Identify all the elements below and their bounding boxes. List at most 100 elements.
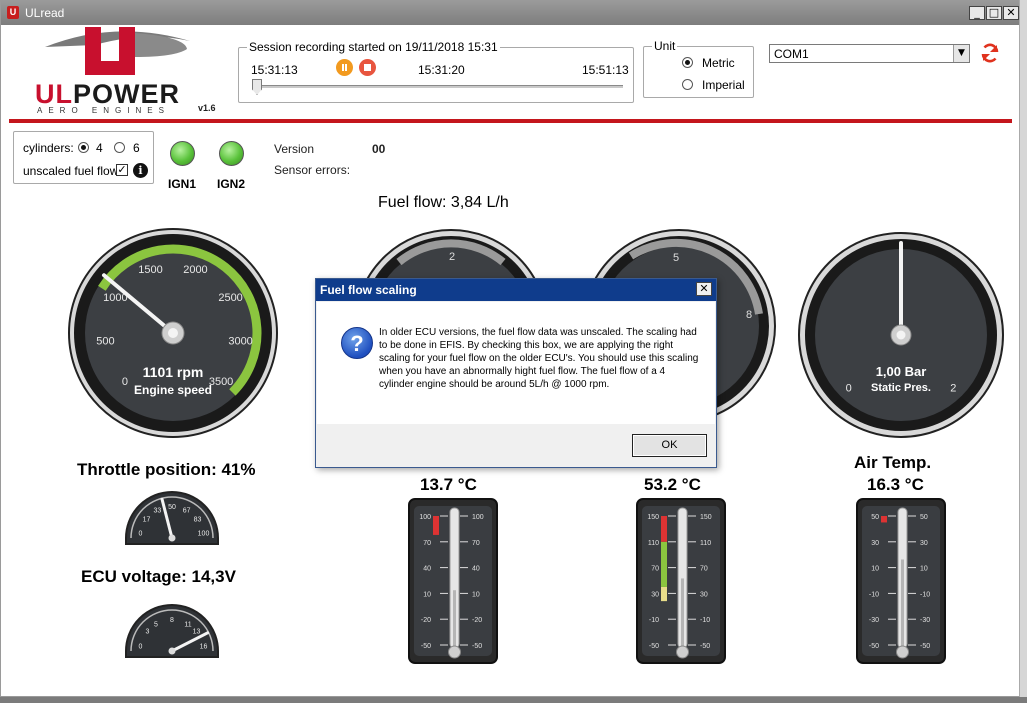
com-port-value: COM1 [774, 47, 809, 61]
air-temp-title: Air Temp. [854, 453, 932, 472]
dialog-title-bar[interactable]: Fuel flow scaling ✕ [316, 279, 716, 301]
session-heading: Session recording started on 19/11/2018 … [247, 40, 500, 54]
static-title: Static Pres. [871, 382, 931, 394]
thermo-tick-label-right: -20 [472, 617, 482, 624]
app-icon: U [7, 6, 19, 19]
ign1-label: IGN1 [168, 177, 197, 191]
session-end-time: 15:51:13 [582, 63, 629, 77]
dialog-close-button[interactable]: ✕ [696, 282, 712, 296]
cylinders-6-label[interactable]: 6 [133, 141, 140, 155]
header-divider [9, 119, 1012, 123]
ecu-voltage-gauge: 0 35 8 1113 16 [125, 604, 219, 658]
thermometer-2: 150 150 110 110 70 70 30 30 -10 -10 -50 -50 [636, 498, 726, 664]
rpm-title: Engine speed [134, 383, 212, 397]
thermometer-1: 100 100 70 70 40 40 10 10 -20 -20 -50 -50 [408, 498, 498, 664]
thermo-tick-label-right: -10 [700, 617, 710, 624]
thermo-tick-label-right: -50 [920, 643, 930, 650]
thermo-tick-label-right: 70 [700, 566, 708, 573]
cylinders-4-label[interactable]: 4 [96, 141, 103, 155]
thermo-tick-label-right: -30 [920, 617, 930, 624]
question-icon: ? [341, 327, 373, 359]
stop-button[interactable] [359, 59, 376, 76]
thermo-tick-label-left: -50 [421, 643, 431, 650]
ecu-voltage-tick-label: 8 [170, 617, 174, 624]
main-window: U ULread _ □ ✕ ULPOWER AERO ENGINES v1.6… [0, 0, 1020, 697]
engine-options-panel: cylinders: 4 6 unscaled fuel flow ✓ i [13, 131, 154, 184]
ok-button[interactable]: OK [632, 434, 707, 457]
throttle-tick-label: 83 [194, 517, 202, 524]
rpm-tick-label: 2000 [183, 264, 207, 276]
thermo-tick-label-left: 10 [423, 591, 431, 598]
thermo-tick-label-right: 30 [920, 540, 928, 547]
session-panel: Session recording started on 19/11/2018 … [238, 40, 634, 103]
unit-heading: Unit [652, 39, 678, 53]
thermo-tick-label-left: -10 [649, 617, 659, 624]
logo-tagline: AERO ENGINES [37, 106, 170, 115]
thermo-tick-label-right: 40 [472, 566, 480, 573]
version-value: 00 [372, 142, 386, 156]
unscaled-fuel-flow-checkbox[interactable]: ✓ [116, 164, 128, 176]
throttle-tick-label: 50 [168, 504, 176, 511]
close-button[interactable]: ✕ [1003, 6, 1019, 20]
chevron-down-icon[interactable]: ▼ [953, 45, 969, 62]
thermo-mercury [901, 559, 904, 648]
static-pressure-gauge: 0 2 1,00 Bar Static Pres. [798, 232, 1004, 438]
rpm-gauge: 050010001500 2000250030003500 1101 rpm En… [68, 228, 278, 438]
thermo-tick-label-right: 100 [472, 514, 484, 521]
ecu-voltage-title: ECU voltage: 14,3V [81, 567, 236, 586]
air-temp-thermometer: 50 50 30 30 10 10 -10 -10 -30 -30 -50 -50 [856, 498, 946, 664]
throttle-gauge: 01733 50 6783 100 [125, 491, 219, 545]
cylinders-label: cylinders: [23, 141, 74, 155]
imperial-label[interactable]: Imperial [702, 78, 745, 92]
info-icon[interactable]: i [133, 163, 148, 178]
thermo-mercury [453, 590, 456, 648]
thermo-tick-label-right: 30 [700, 591, 708, 598]
dialog-body: ? In older ECU versions, the fuel flow d… [317, 302, 715, 424]
com-port-select[interactable]: COM1 ▼ [769, 44, 970, 63]
ecu-voltage-tick-label: 13 [193, 628, 201, 635]
thermo-tick-label-left: -50 [869, 643, 879, 650]
logo-mark [45, 27, 190, 75]
static-tick-label: 0 [846, 382, 852, 394]
metric-radio[interactable] [682, 57, 693, 68]
throttle-tick-label: 17 [143, 517, 151, 524]
ecu-voltage-tick-label: 5 [154, 621, 158, 628]
thermo-tick-label-left: 100 [419, 514, 431, 521]
cylinders-6-radio[interactable] [114, 142, 125, 153]
rpm-value: 1101 rpm [143, 364, 204, 380]
thermo-tick-label-left: -10 [869, 591, 879, 598]
session-slider-track[interactable] [253, 85, 623, 88]
rpm-tick-label: 500 [96, 336, 114, 348]
session-slider-thumb[interactable] [252, 79, 262, 95]
throttle-tick-label: 33 [153, 508, 161, 515]
thermo-tick-label-left: -50 [649, 643, 659, 650]
metric-label[interactable]: Metric [702, 56, 735, 70]
version-label: Version [274, 142, 315, 156]
minimize-button[interactable]: _ [969, 6, 985, 20]
static-value: 1,00 Bar [876, 364, 927, 379]
ign2-label: IGN2 [217, 177, 246, 191]
thermo-tick-label-left: 70 [651, 566, 659, 573]
session-current-time: 15:31:20 [418, 63, 465, 77]
ulpower-logo: ULPOWER AERO ENGINES v1.6 [35, 27, 220, 117]
maximize-button[interactable]: □ [986, 6, 1002, 20]
app-version: v1.6 [198, 103, 216, 113]
title-bar[interactable]: U ULread _ □ ✕ [1, 1, 1019, 25]
refresh-icon[interactable] [978, 41, 1002, 65]
unscaled-fuel-flow-label[interactable]: unscaled fuel flow [23, 164, 118, 178]
desktop-edge [1019, 0, 1027, 703]
throttle-tick-label: 100 [198, 530, 210, 537]
throttle-tick-label: 0 [139, 530, 143, 537]
thermo-tick-label-right: 50 [920, 514, 928, 521]
thermo-tick-label-left: 150 [647, 514, 659, 521]
imperial-radio[interactable] [682, 79, 693, 90]
rpm-tick-label: 1500 [138, 264, 162, 276]
rpm-tick-label: 3000 [228, 336, 252, 348]
thermo-tick-label-right: -50 [472, 643, 482, 650]
fuel-gauge-tick: 2 [449, 251, 455, 263]
cylinders-4-radio[interactable] [78, 142, 89, 153]
thermo1-value: 13.7 °C [420, 475, 477, 494]
thermo-tick-label-right: 70 [472, 540, 480, 547]
pause-button[interactable] [336, 59, 353, 76]
thermo-tick-label-left: 40 [423, 566, 431, 573]
